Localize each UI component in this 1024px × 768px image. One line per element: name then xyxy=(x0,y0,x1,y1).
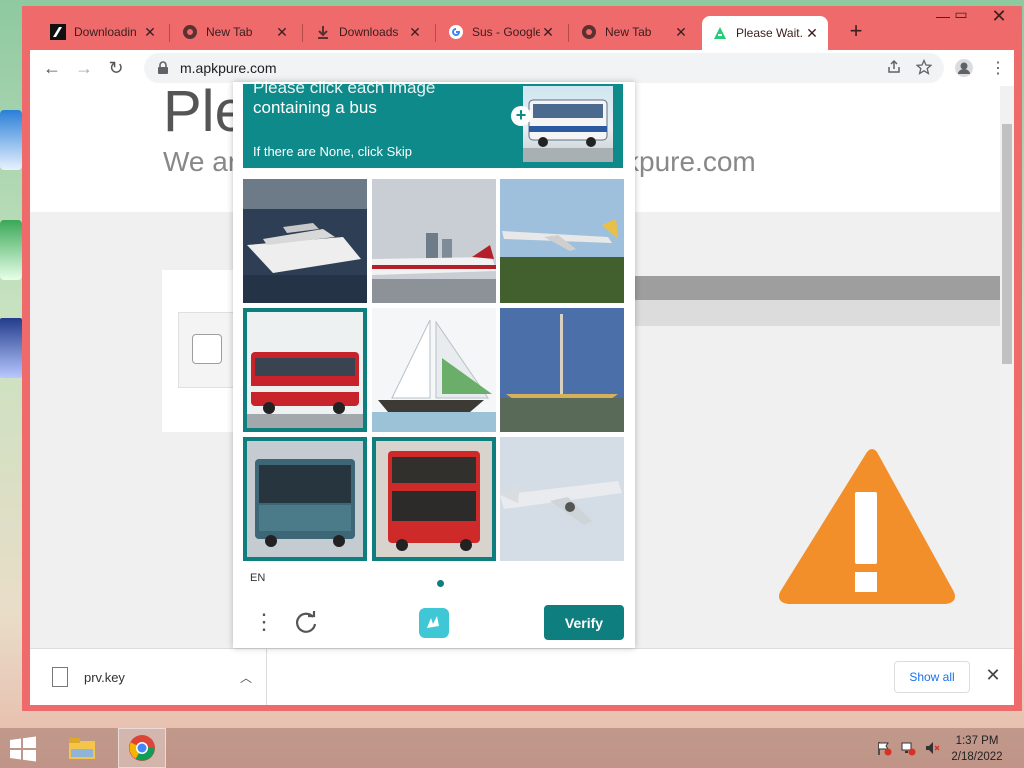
captcha-page-indicator xyxy=(437,580,444,587)
captcha-prompt-header: Please click each image containing a bus… xyxy=(243,78,623,168)
desktop-icon[interactable] xyxy=(0,220,22,280)
clock-date: 2/18/2022 xyxy=(951,751,1003,763)
taskbar: 1:37 PM 2/18/2022 xyxy=(0,728,1024,768)
tab-label: New Tab xyxy=(206,25,253,39)
chrome-icon xyxy=(129,735,155,761)
captcha-tile-bus[interactable] xyxy=(243,308,367,432)
captcha-tile-sailboat[interactable] xyxy=(500,308,624,432)
close-window-button[interactable]: ✕ xyxy=(984,6,1014,27)
captcha-tile-airplane[interactable] xyxy=(500,437,624,561)
forward-button[interactable]: → xyxy=(68,52,100,84)
new-tab-button[interactable]: + xyxy=(844,20,868,44)
clock-time: 1:37 PM xyxy=(955,735,999,747)
scroll-thumb[interactable] xyxy=(1002,124,1012,364)
tab-downloading[interactable]: Downloadin ✕ xyxy=(40,18,166,46)
browser-toolbar: ← → ↻ m.apkpure.com ⋮ xyxy=(30,50,1014,86)
system-tray xyxy=(876,740,940,756)
close-icon[interactable]: ✕ xyxy=(407,24,423,41)
desktop-icon[interactable] xyxy=(0,318,22,378)
maximize-button[interactable]: ▭ xyxy=(946,6,976,23)
bookmark-star-icon[interactable] xyxy=(916,59,932,75)
close-icon[interactable]: ✕ xyxy=(804,25,820,42)
lock-icon xyxy=(158,61,168,74)
chrome-taskbar-button[interactable] xyxy=(118,728,166,768)
page-subtitle-domain: kpure.com xyxy=(625,146,756,177)
captcha-example-image xyxy=(523,86,613,162)
captcha-tile-sailboat[interactable] xyxy=(372,308,496,432)
captcha-checkbox[interactable] xyxy=(192,334,222,364)
scrollbar[interactable] xyxy=(1000,86,1014,648)
tab-label: Downloads xyxy=(339,25,399,39)
download-icon xyxy=(318,26,328,39)
windows-start-icon[interactable] xyxy=(8,736,38,762)
download-item[interactable]: prv.key ︿ xyxy=(30,649,267,705)
chevron-up-icon[interactable]: ︿ xyxy=(234,669,258,686)
chrome-icon xyxy=(582,25,596,39)
tab-label: Downloadin xyxy=(74,25,137,39)
refresh-icon[interactable] xyxy=(293,610,319,636)
flag-alert-icon[interactable] xyxy=(876,740,892,756)
file-explorer-taskbar-button[interactable] xyxy=(58,728,106,768)
back-button[interactable]: ← xyxy=(36,52,68,84)
share-icon[interactable] xyxy=(886,59,902,75)
progress-track xyxy=(610,300,1000,326)
close-icon[interactable]: ✕ xyxy=(540,24,556,41)
show-all-button[interactable]: Show all xyxy=(894,661,970,693)
captcha-tile-airplane[interactable] xyxy=(500,179,624,303)
tab-new-tab-2[interactable]: New Tab ✕ xyxy=(571,18,697,46)
desktop-icon[interactable] xyxy=(0,110,22,170)
captcha-tile-bus[interactable] xyxy=(372,437,496,561)
network-icon[interactable] xyxy=(900,740,916,756)
expand-example-button[interactable]: + xyxy=(511,106,531,126)
download-shelf: prv.key ︿ Show all ✕ xyxy=(30,648,1014,705)
hcaptcha-logo-icon[interactable] xyxy=(417,606,451,640)
url-text: m.apkpure.com xyxy=(180,60,277,76)
close-icon[interactable]: ✕ xyxy=(673,24,689,41)
chrome-icon xyxy=(183,25,197,39)
captcha-prompt-line2: containing a bus xyxy=(253,98,377,117)
taskbar-clock[interactable]: 1:37 PM 2/18/2022 xyxy=(942,733,1012,765)
captcha-language[interactable]: EN xyxy=(250,572,265,584)
tab-label: Sus - Google xyxy=(472,25,540,39)
folder-icon xyxy=(69,738,95,759)
menu-kebab-icon[interactable]: ⋮ xyxy=(253,608,275,638)
captcha-prompt-line1: Please click each image xyxy=(253,78,436,97)
close-icon[interactable]: ✕ xyxy=(142,24,158,41)
apkpure-icon xyxy=(50,24,66,40)
tab-google-search[interactable]: Sus - Google ✕ xyxy=(438,18,564,46)
captcha-tile-airplane[interactable] xyxy=(372,179,496,303)
tab-label: Please Wait... xyxy=(736,26,804,40)
tab-strip: Downloadin ✕ New Tab ✕ Downloads ✕ Sus -… xyxy=(22,6,1022,50)
captcha-tile-bus[interactable] xyxy=(243,437,367,561)
captcha-challenge: Please click each image containing a bus… xyxy=(233,78,635,648)
apkpure-icon xyxy=(714,27,726,39)
captcha-skip-hint: If there are None, click Skip xyxy=(253,144,412,159)
tab-please-wait[interactable]: Please Wait... ✕ xyxy=(702,16,828,50)
page-subtitle: We ar xyxy=(163,146,238,177)
volume-muted-icon[interactable] xyxy=(924,740,940,756)
progress-bar xyxy=(610,276,1000,300)
tab-label: New Tab xyxy=(605,25,652,39)
tab-downloads[interactable]: Downloads ✕ xyxy=(305,18,431,46)
reload-button[interactable]: ↻ xyxy=(100,52,132,84)
warning-icon xyxy=(779,449,955,604)
verify-button[interactable]: Verify xyxy=(544,605,624,640)
download-file-name: prv.key xyxy=(84,669,125,685)
menu-kebab-icon[interactable]: ⋮ xyxy=(982,52,1014,84)
captcha-tile-yacht[interactable] xyxy=(243,179,367,303)
profile-avatar-icon[interactable] xyxy=(948,52,980,84)
tab-new-tab[interactable]: New Tab ✕ xyxy=(172,18,298,46)
file-icon xyxy=(52,667,68,687)
google-icon xyxy=(449,25,463,39)
close-icon[interactable]: ✕ xyxy=(982,665,1004,686)
close-icon[interactable]: ✕ xyxy=(274,24,290,41)
